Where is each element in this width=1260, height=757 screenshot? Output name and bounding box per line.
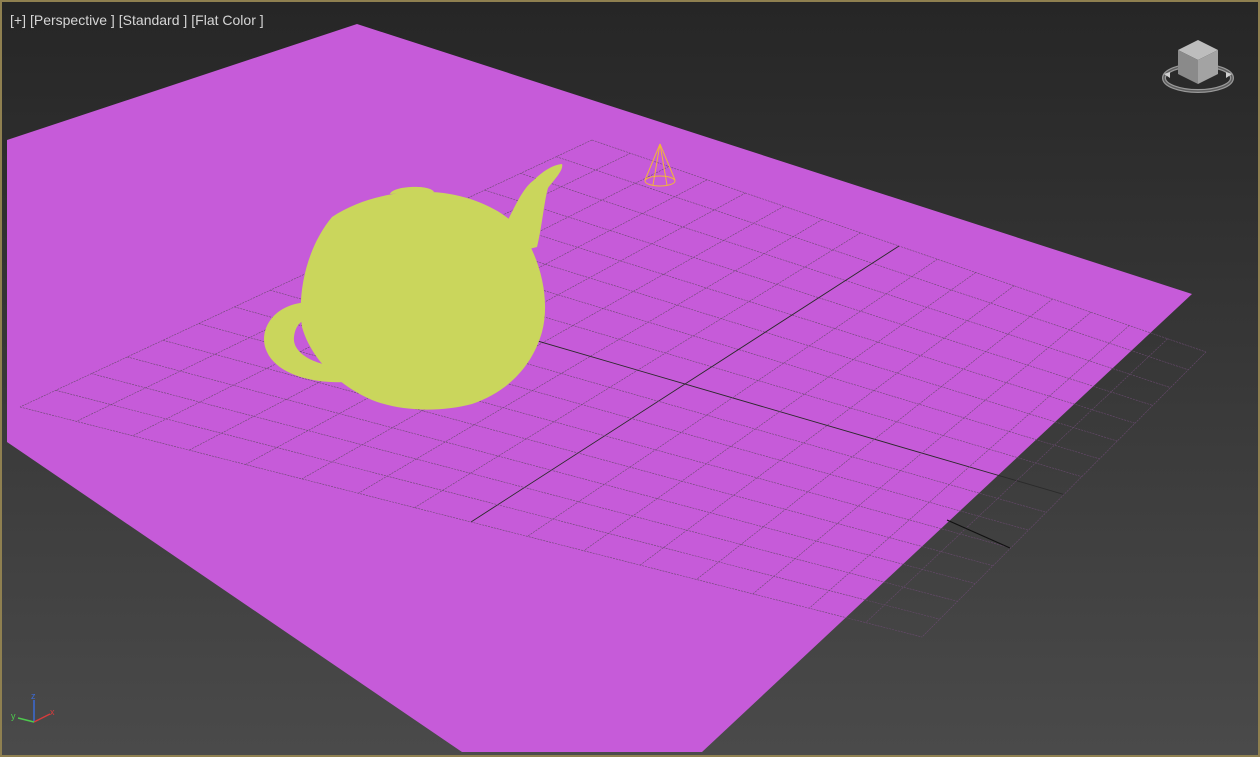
- viewport-style-menu[interactable]: [Flat Color ]: [191, 12, 263, 30]
- viewport-general-menu[interactable]: [+]: [10, 12, 26, 30]
- scene-canvas[interactable]: [2, 2, 1260, 757]
- viewport-label-menu: [+] [Perspective ] [Standard ] [Flat Col…: [10, 12, 264, 30]
- axis-tripod-icon: z x y: [11, 692, 55, 723]
- axis-z-label: z: [31, 692, 36, 701]
- grid-line: [946, 519, 1011, 549]
- viewcube-icon[interactable]: [1160, 36, 1236, 100]
- axis-x-label: x: [50, 707, 55, 717]
- axis-y-label: y: [11, 711, 16, 721]
- perspective-viewport[interactable]: [+] [Perspective ] [Standard ] [Flat Col…: [0, 0, 1260, 757]
- plane-mesh[interactable]: [7, 24, 1192, 752]
- viewport-shading-menu[interactable]: [Standard ]: [119, 12, 188, 30]
- viewport-point-of-view-menu[interactable]: [Perspective ]: [30, 12, 115, 30]
